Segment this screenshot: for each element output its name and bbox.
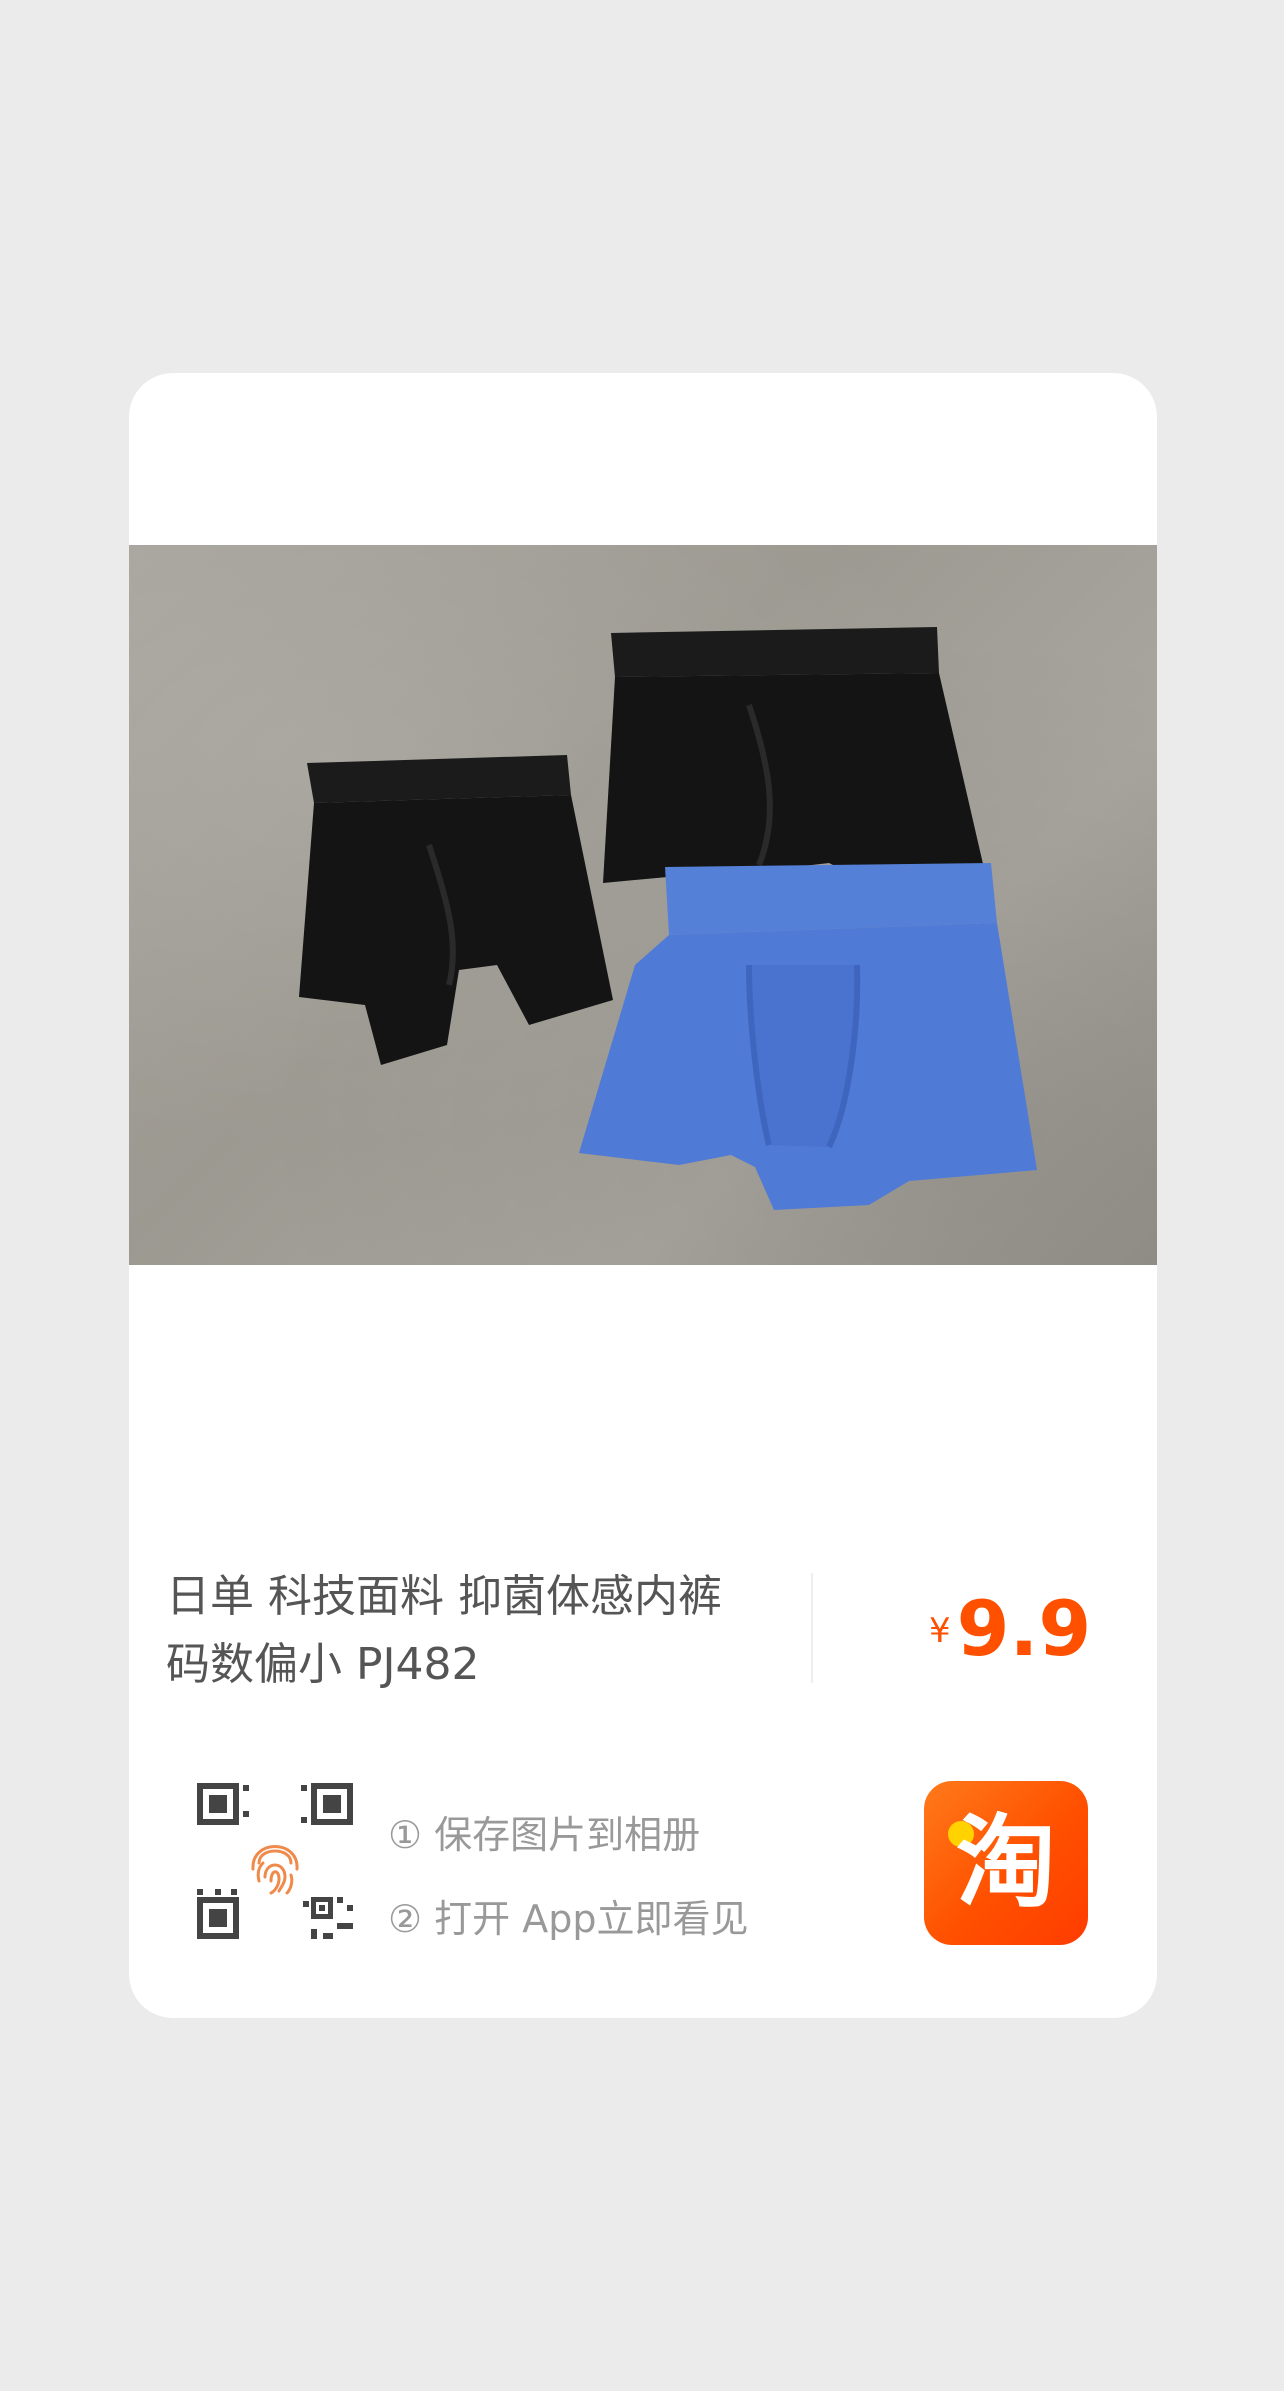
taobao-app-icon[interactable]: 淘 xyxy=(924,1781,1088,1945)
product-photo-illustration xyxy=(299,627,1037,1210)
save-instructions: ① 保存图片到相册 ② 打开 App立即看见 xyxy=(388,1793,748,1961)
black-briefs-left xyxy=(299,755,613,1065)
product-price: ¥ 9.9 xyxy=(929,1578,1091,1678)
share-card: 日单 科技面料 抑菌体感内裤 码数偏小 PJ482 ¥ 9.9 ① 保存图片到相… xyxy=(129,373,1157,2018)
black-briefs-right xyxy=(603,627,989,893)
instruction-step-2: ② 打开 App立即看见 xyxy=(388,1897,749,1941)
instruction-step-1: ① 保存图片到相册 xyxy=(388,1813,701,1857)
fingerprint-icon xyxy=(251,1845,299,1895)
scan-code xyxy=(195,1781,355,1941)
product-title: 日单 科技面料 抑菌体感内裤 码数偏小 PJ482 xyxy=(166,1571,722,1690)
product-image xyxy=(129,545,1157,1265)
taobao-icon-glyph: 淘 xyxy=(956,1804,1056,1921)
title-price-divider xyxy=(811,1573,813,1683)
qr-code-icon xyxy=(197,1783,353,1939)
blue-briefs xyxy=(579,863,1037,1210)
price-amount: 9.9 xyxy=(956,1583,1092,1673)
price-currency-symbol: ¥ xyxy=(929,1611,951,1651)
